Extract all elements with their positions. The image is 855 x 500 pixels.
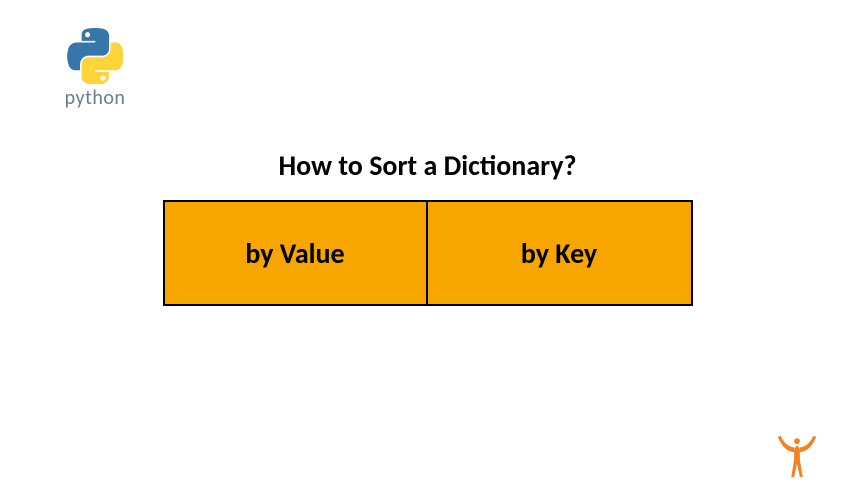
page-title: How to Sort a Dictionary? bbox=[0, 148, 855, 183]
person-icon bbox=[773, 433, 821, 486]
python-icon bbox=[67, 28, 123, 84]
options-row: by Value by Key bbox=[163, 200, 693, 306]
python-logo: python bbox=[50, 28, 140, 110]
option-by-key: by Key bbox=[428, 200, 693, 306]
option-by-value: by Value bbox=[163, 200, 428, 306]
python-logo-label: python bbox=[50, 86, 140, 110]
